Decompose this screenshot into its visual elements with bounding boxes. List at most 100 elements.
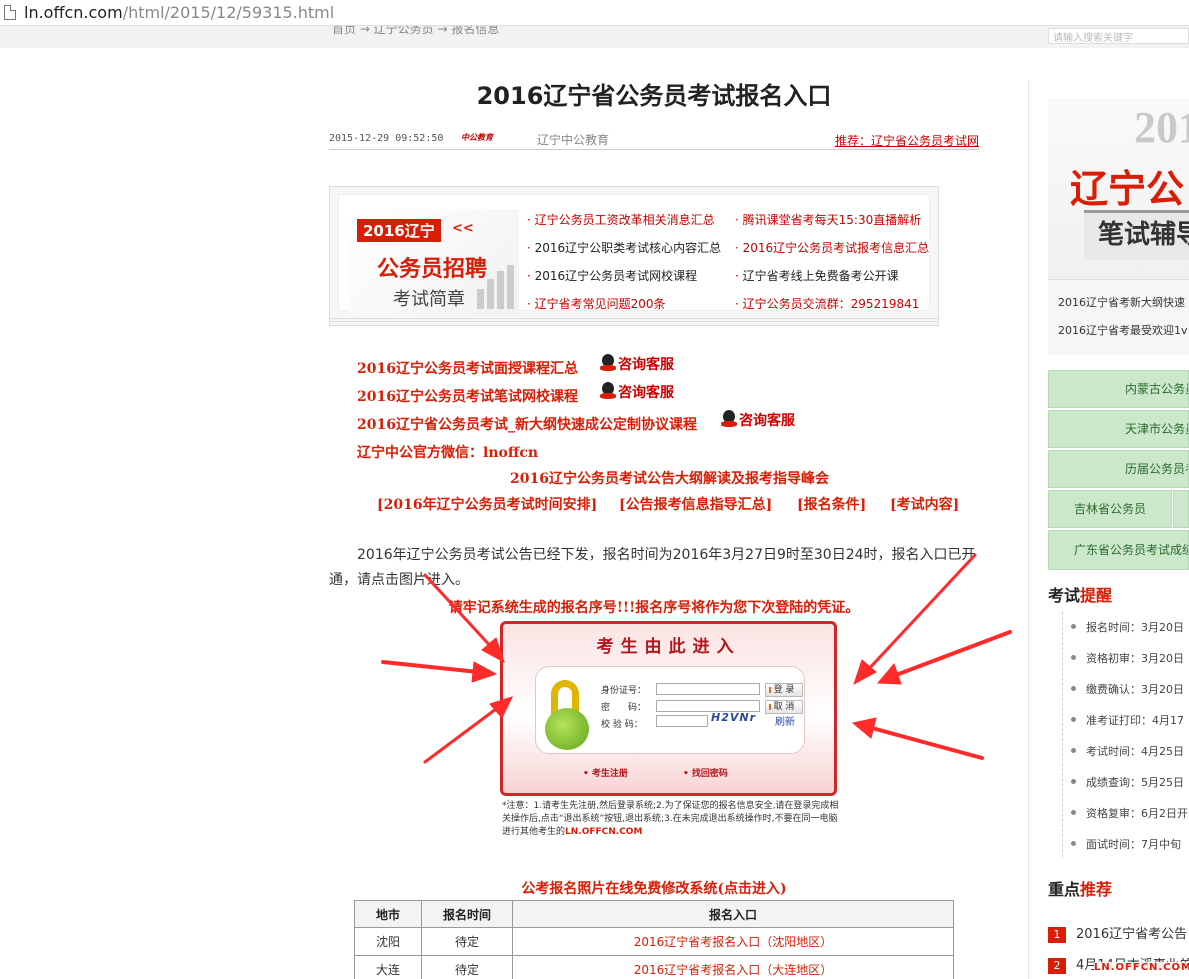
promo-link-conditions[interactable]: [报名条件] [797,494,866,514]
note-text: *注意：1.请考生先注册,然后登录系统;2.为了保证您的报名信息安全,请在登录完… [502,801,839,837]
url-path: /html/2015/12/59315.html [122,3,335,22]
banner-inner: 2016辽宁 << 公务员招聘 考试简章 辽宁公务员工资改革相关消息汇总 腾讯课… [338,194,930,315]
url-host: ln.offcn.com [24,3,123,22]
page-icon [4,5,16,20]
timeline-item: 面试时间：7月中旬 [1086,838,1181,851]
timeline-dot [1071,779,1076,784]
cancel-button[interactable]: 取 消 [765,700,803,714]
rank-badge: 2 [1048,958,1066,974]
consult-label: 咨询客服 [618,357,674,373]
promo-link-summit[interactable]: 2016辽宁公务员考试公告大纲解读及报考指导峰会 [510,468,829,488]
recommend-link[interactable]: 推荐：辽宁省公务员考试网 [835,132,979,149]
banner-title: 公务员招聘 [377,257,488,282]
warning-text: 请牢记系统生成的报名序号!!!报名序号将作为您下次登陆的凭证。 [448,600,860,616]
promo-link-guide[interactable]: [公告报考信息指导汇总] [619,494,772,514]
banner-divider [330,318,938,322]
note-watermark: LN.OFFCN.COM [565,827,643,837]
green-link-gd[interactable]: 广东省公务员考试成绩 [1048,530,1189,570]
timeline-item: 成绩查询：5月25日 [1086,776,1184,789]
login-note: *注意：1.请考生先注册,然后登录系统;2.为了保证您的报名信息安全,请在登录完… [502,800,842,839]
password-label: 密 码： [601,703,647,713]
timeline-item: 缴费确认：3月20日 [1086,683,1184,696]
qq-penguin-icon [600,382,616,400]
publish-date: 2015-12-29 09:52:50 [329,133,444,144]
recommend-heading-b: 推荐 [1080,880,1113,899]
ad-province: 辽宁公 [1070,166,1185,211]
arrow-icon [851,717,984,760]
promo-link-face-course[interactable]: 2016辽宁公务员考试面授课程汇总 [357,358,578,378]
green-link-history[interactable]: 历届公务员考 [1048,450,1189,488]
wechat-line: 辽宁中公官方微信：lnoffcn [357,445,539,461]
timeline-item: 资格复审：6月2日开 [1086,807,1188,820]
timeline-dot [1071,810,1076,815]
login-button[interactable]: 登 录 [765,683,803,697]
reminder-heading-b: 提醒 [1080,586,1113,605]
city-cell: 沈阳 [354,927,422,956]
arrow-icon [381,660,498,683]
ad-year: 201 [1134,103,1189,152]
arrow-icon [423,696,513,764]
table-row: 沈阳 待定 2016辽宁省考报名入口（沈阳地区） [354,927,954,956]
banner-link[interactable]: 辽宁省考线上免费备考公开课 [735,267,899,284]
reminder-heading-a: 考试 [1048,586,1081,605]
banner-tag: 2016辽宁 [357,219,441,242]
captcha-image: H2VNr [711,711,757,724]
time-cell: 待定 [421,927,513,956]
banner-link[interactable]: 辽宁公务员工资改革相关消息汇总 [527,211,715,228]
registration-login-image[interactable]: 考生由此进入 身份证号： 登 录 密 码： 取 消 校 验 码： H2VNr 刷… [500,621,837,796]
green-link-nmg[interactable]: 内蒙古公务员 [1048,370,1189,408]
register-link[interactable]: • 考生注册 [583,766,628,779]
consult-link[interactable]: 咨询客服 [600,382,674,402]
id-field[interactable] [656,683,760,695]
sidebar-ad-image[interactable]: 201 辽宁公 笔试辅导 [1048,98,1189,280]
banner-link[interactable]: 2016辽宁公职类考试核心内容汇总 [527,239,722,256]
entry-link[interactable]: 2016辽宁省考报名入口（大连地区） [512,955,954,979]
consult-link[interactable]: 咨询客服 [600,354,674,374]
forgot-password-link[interactable]: • 找回密码 [683,766,728,779]
qq-penguin-icon [721,410,737,428]
chart-decoration-icon [475,265,515,309]
promo-link-custom-course[interactable]: 2016辽宁省公务员考试_新大纲快速成公定制协议课程 [357,414,697,434]
address-bar[interactable]: ln.offcn.com/html/2015/12/59315.html [0,0,1189,26]
sidebar-ad-link[interactable]: 2016辽宁省考最受欢迎1v [1058,322,1188,338]
timeline-dot [1071,686,1076,691]
article-source: 辽宁中公教育 [537,133,610,147]
captcha-label: 校 验 码： [601,720,643,730]
banner-link[interactable]: 辽宁省考常见问题200条 [527,295,666,312]
consult-label: 咨询客服 [618,385,674,401]
rank-badge: 1 [1048,927,1066,943]
banner-link[interactable]: 辽宁公务员交流群：295219841 [735,295,920,312]
breadcrumb[interactable]: 首页 → 辽宁公务员 → 报名信息 [332,26,499,37]
banner-link[interactable]: 2016辽宁公务员考试网校课程 [527,267,698,284]
banner-link[interactable]: 2016辽宁公务员考试报考信息汇总 [735,239,930,256]
lock-icon [545,680,589,750]
corner-watermark: LN.OFFCN.COM [1094,962,1189,973]
table-row: 大连 待定 2016辽宁省考报名入口（大连地区） [354,955,954,979]
green-link-tj[interactable]: 天津市公务员 [1048,410,1189,448]
recommend-item[interactable]: 1 2016辽宁省考公告 [1048,923,1187,943]
consult-link[interactable]: 咨询客服 [721,410,795,430]
entry-link[interactable]: 2016辽宁省考报名入口（沈阳地区） [512,927,954,956]
captcha-field[interactable] [656,715,708,727]
qq-penguin-icon [600,354,616,372]
recommend-text: 2016辽宁省考公告 [1076,927,1188,942]
green-link-jl[interactable]: 吉林省公务员 [1048,490,1172,528]
green-link-more[interactable] [1173,490,1189,528]
page-title: 2016辽宁省公务员考试报名入口 [476,82,832,110]
banner-ad-image[interactable]: 2016辽宁 << 公务员招聘 考试简章 [349,209,519,315]
registration-table: 地市 报名时间 报名入口 沈阳 待定 2016辽宁省考报名入口（沈阳地区） 大连… [354,900,954,979]
promo-link-schedule[interactable]: [2016年辽宁公务员考试时间安排] [377,494,597,514]
timeline-item: 准考证打印：4月17 [1086,714,1184,727]
banner-subtitle: 考试简章 [393,289,465,310]
article-meta: 2015-12-29 09:52:50 中公教育 辽宁中公教育 推荐：辽宁省公务… [329,130,979,150]
sidebar-ad[interactable]: 201 辽宁公 笔试辅导 2016辽宁省考新大纲快速 2016辽宁省考最受欢迎1… [1048,98,1189,355]
sidebar-ad-link[interactable]: 2016辽宁省考新大纲快速 [1058,294,1185,310]
search-input[interactable]: 请输入搜索关键字 [1048,28,1189,44]
promo-link-online-course[interactable]: 2016辽宁公务员考试笔试网校课程 [357,386,578,406]
banner-link[interactable]: 腾讯课堂省考每天15:30直播解析 [735,211,922,228]
timeline-dot [1071,655,1076,660]
table-header-row: 地市 报名时间 报名入口 [354,900,954,928]
refresh-captcha-link[interactable]: 刷新 [775,713,795,728]
photo-system-link[interactable]: 公考报名照片在线免费修改系统(点击进入) [329,878,979,898]
promo-link-content[interactable]: [考试内容] [890,494,959,514]
